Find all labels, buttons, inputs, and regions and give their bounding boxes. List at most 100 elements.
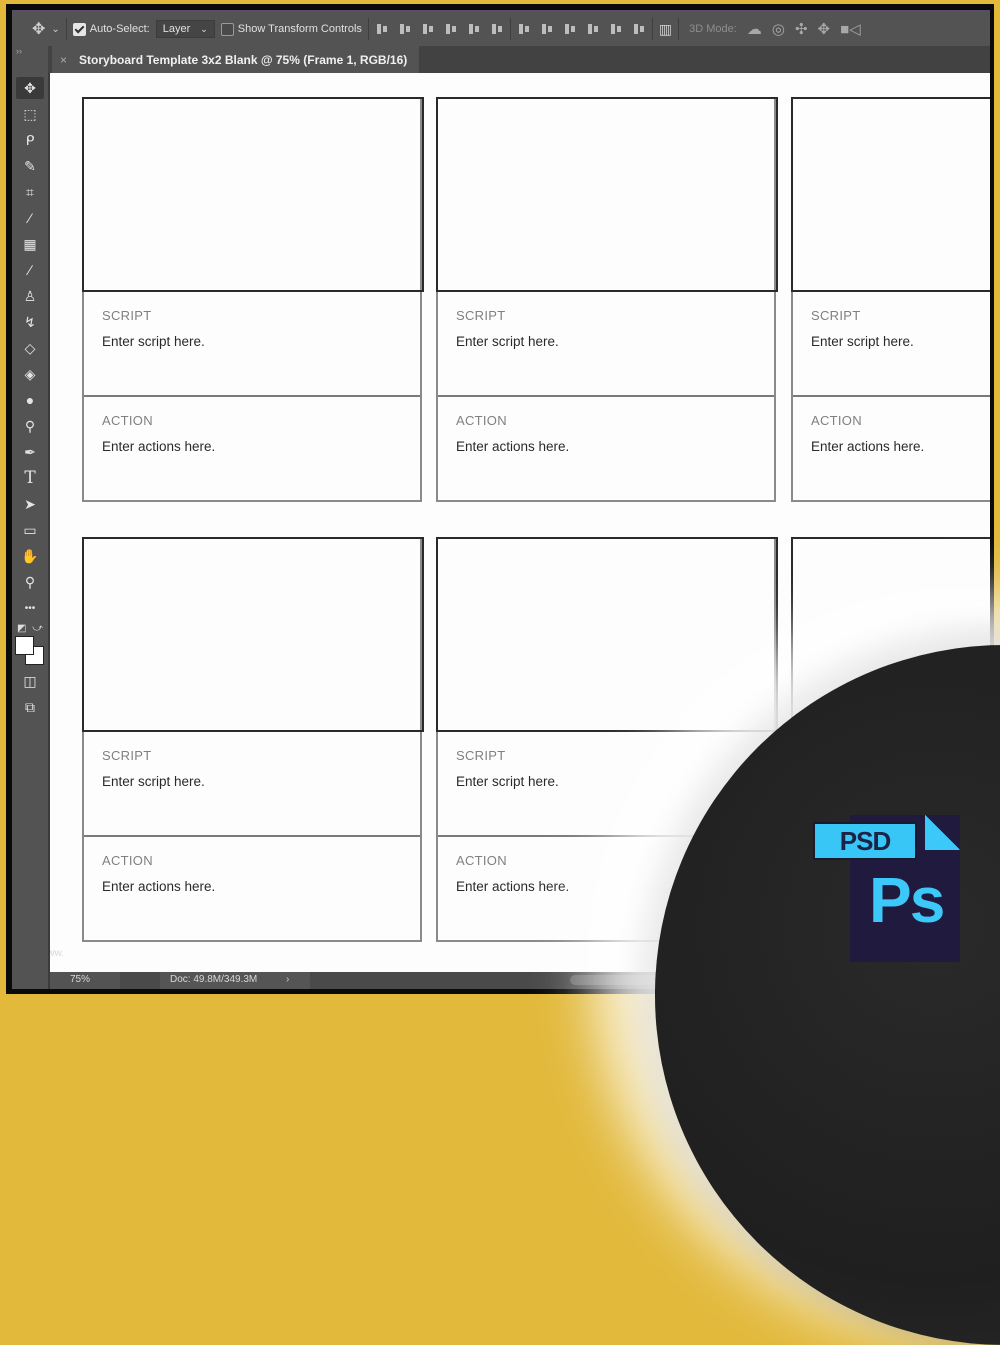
chevron-down-icon[interactable]: ⌄	[51, 24, 59, 35]
hand-tool-icon[interactable]: ✋	[16, 545, 44, 567]
document-tab-row: ›› × Storyboard Template 3x2 Blank @ 75%…	[12, 46, 990, 73]
action-section: ACTION Enter actions here.	[793, 397, 990, 502]
distribute-horizontal-center-icon[interactable]	[609, 22, 623, 36]
script-label: SCRIPT	[456, 748, 506, 763]
screen-mode-icon[interactable]: ⧉	[16, 696, 44, 718]
pan-3d-icon[interactable]: ✣	[795, 20, 808, 38]
horizontal-scrollbar[interactable]	[570, 975, 660, 985]
action-label: ACTION	[456, 413, 507, 428]
storyboard-panel: SCRIPT Enter script here. ACTION Enter a…	[791, 97, 990, 502]
move-tool-icon[interactable]: ✥	[16, 77, 44, 99]
distribute-left-icon[interactable]	[586, 22, 600, 36]
divider	[509, 18, 511, 40]
swap-colors-icon[interactable]: ⤻	[32, 623, 43, 634]
action-section: ACTION Enter actions here.	[438, 397, 774, 502]
type-tool-icon[interactable]: T	[16, 467, 44, 489]
status-menu-arrow-icon[interactable]: ›	[286, 974, 289, 985]
frame-image-area[interactable]	[436, 537, 778, 732]
toolbar: ✥ ⬚ ᑭ ✎ ⌗ ⁄ ▦ ∕ ♙ ↯ ◇ ◈ ● ⚲ ✒ T ➤ ▭ ✋ ⚲ …	[12, 73, 50, 989]
distribute-bottom-icon[interactable]	[563, 22, 577, 36]
slide-3d-icon[interactable]: ✥	[818, 20, 831, 38]
lasso-tool-icon[interactable]: ᑭ	[16, 129, 44, 151]
action-text[interactable]: Enter actions here.	[456, 879, 569, 894]
auto-select-mode-dropdown[interactable]: Layer ⌄	[155, 20, 215, 38]
distribute-right-icon[interactable]	[632, 22, 646, 36]
collapse-panel-toggle[interactable]: ››	[12, 46, 48, 73]
align-vertical-center-icon[interactable]	[398, 22, 412, 36]
pen-tool-icon[interactable]: ✒	[16, 441, 44, 463]
default-colors-icon[interactable]: ◩	[17, 623, 26, 634]
dodge-tool-icon[interactable]: ⚲	[16, 415, 44, 437]
storyboard-panel: SCRIPT Enter script here. ACTION Enter a…	[82, 97, 424, 502]
quick-mask-icon[interactable]: ◫	[16, 670, 44, 692]
action-label: ACTION	[456, 853, 507, 868]
align-left-icon[interactable]	[444, 22, 458, 36]
divider	[367, 18, 369, 40]
script-text[interactable]: Enter script here.	[102, 774, 205, 789]
script-label: SCRIPT	[456, 308, 506, 323]
storyboard-panel: SCRIPT Enter script here. ACTION Enter a…	[436, 97, 778, 502]
script-section: SCRIPT Enter script here.	[438, 292, 774, 397]
healing-brush-tool-icon[interactable]: ▦	[16, 233, 44, 255]
chevron-down-icon: ⌄	[200, 23, 208, 34]
crop-tool-icon[interactable]: ⌗	[16, 181, 44, 203]
script-label: SCRIPT	[811, 308, 861, 323]
distribute-top-icon[interactable]	[517, 22, 531, 36]
auto-align-icon[interactable]: ▥	[659, 21, 672, 38]
frame-image-area[interactable]	[82, 537, 424, 732]
auto-select-checkbox[interactable]	[72, 22, 86, 36]
history-brush-tool-icon[interactable]: ↯	[16, 311, 44, 333]
paint-bucket-tool-icon[interactable]: ◈	[16, 363, 44, 385]
distribute-vertical-center-icon[interactable]	[540, 22, 554, 36]
marquee-tool-icon[interactable]: ⬚	[16, 103, 44, 125]
zoom-level[interactable]: 75%	[70, 974, 90, 985]
storyboard-panel: SCRIPT Enter script here. ACTION Enter a…	[82, 537, 424, 942]
document-tab[interactable]: × Storyboard Template 3x2 Blank @ 75% (F…	[52, 46, 420, 73]
rectangle-tool-icon[interactable]: ▭	[16, 519, 44, 541]
eyedropper-tool-icon[interactable]: ⁄	[16, 207, 44, 229]
script-text[interactable]: Enter script here.	[456, 334, 559, 349]
show-transform-checkbox[interactable]	[220, 22, 234, 36]
script-text[interactable]: Enter script here.	[811, 334, 914, 349]
action-section: ACTION Enter actions here.	[84, 837, 420, 942]
psd-file-badge: PSD Ps	[813, 815, 963, 965]
brush-tool-icon[interactable]: ∕	[16, 259, 44, 281]
blur-tool-icon[interactable]: ●	[16, 389, 44, 411]
action-label: ACTION	[102, 413, 153, 428]
align-right-icon[interactable]	[490, 22, 504, 36]
action-text[interactable]: Enter actions here.	[456, 439, 569, 454]
frame-image-area[interactable]	[791, 97, 990, 292]
zoom-tool-icon[interactable]: ⚲	[16, 571, 44, 593]
align-horizontal-center-icon[interactable]	[467, 22, 481, 36]
align-bottom-icon[interactable]	[421, 22, 435, 36]
path-select-tool-icon[interactable]: ➤	[16, 493, 44, 515]
script-section: SCRIPT Enter script here.	[793, 292, 990, 397]
camera-3d-icon[interactable]: ■◁	[840, 20, 861, 38]
watermark-text: www.	[50, 948, 64, 959]
eraser-tool-icon[interactable]: ◇	[16, 337, 44, 359]
psd-file-fold	[925, 815, 960, 850]
script-label: SCRIPT	[102, 748, 152, 763]
foreground-color-swatch[interactable]	[15, 636, 34, 655]
psd-label: PSD	[813, 822, 917, 860]
roll-3d-icon[interactable]: ◎	[772, 20, 785, 38]
move-icon[interactable]: ✥	[32, 19, 45, 39]
close-icon[interactable]: ×	[60, 53, 67, 67]
action-text[interactable]: Enter actions here.	[811, 439, 924, 454]
clone-stamp-tool-icon[interactable]: ♙	[16, 285, 44, 307]
auto-select-mode-value: Layer	[162, 23, 191, 35]
more-tools-icon[interactable]: •••	[16, 597, 44, 619]
frame-image-area[interactable]	[436, 97, 778, 292]
script-section: SCRIPT Enter script here.	[84, 292, 420, 397]
action-text[interactable]: Enter actions here.	[102, 879, 215, 894]
script-text[interactable]: Enter script here.	[456, 774, 559, 789]
action-label: ACTION	[811, 413, 862, 428]
action-text[interactable]: Enter actions here.	[102, 439, 215, 454]
quick-select-tool-icon[interactable]: ✎	[16, 155, 44, 177]
action-section: ACTION Enter actions here.	[84, 397, 420, 502]
align-top-icon[interactable]	[375, 22, 389, 36]
orbit-3d-icon[interactable]: ☁	[747, 20, 762, 38]
distribute-buttons	[517, 22, 646, 36]
frame-image-area[interactable]	[82, 97, 424, 292]
script-text[interactable]: Enter script here.	[102, 334, 205, 349]
